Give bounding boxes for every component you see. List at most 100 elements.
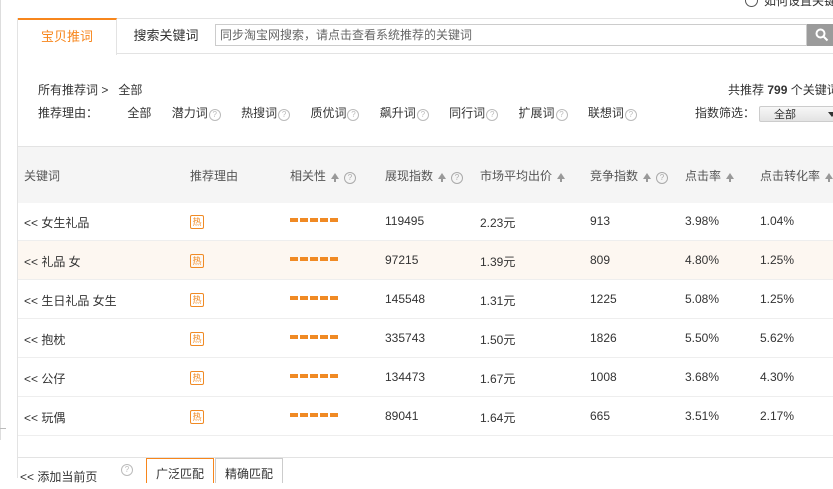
help-icon[interactable]: ? [344, 172, 357, 184]
help-icon[interactable]: ? [416, 109, 429, 121]
table-row[interactable]: << 公仔 热 134473 1.67元 1008 3.68% 4.30% [18, 358, 833, 397]
help-icon[interactable]: ? [347, 109, 360, 121]
col-relevance-label: 相关性 [290, 169, 327, 183]
total-suffix: 个关键词 [790, 83, 833, 97]
search-button[interactable] [807, 24, 833, 46]
reason-peer-label: 同行词 [449, 106, 486, 120]
help-icon[interactable]: ? [121, 464, 133, 476]
keyword-cell[interactable]: << 玩偶 [24, 409, 65, 426]
tab-search-keywords[interactable]: 搜索关键词 [117, 19, 215, 53]
index-filter-select[interactable]: 全部 [759, 105, 833, 122]
help-icon[interactable]: ? [555, 109, 568, 121]
reason-associated-label: 联想词 [587, 106, 624, 120]
col-impressions[interactable]: 展现指数? [385, 167, 464, 184]
col-reason: 推荐理由 [190, 167, 238, 184]
cvr-cell: 1.04% [760, 214, 795, 228]
cvr-cell: 1.25% [760, 292, 795, 306]
help-icon[interactable]: ? [278, 109, 291, 121]
impressions-cell: 119495 [385, 214, 425, 228]
breadcrumb-current: 全部 [118, 83, 143, 97]
left-tick [0, 428, 6, 429]
bid-cell: 1.64元 [480, 411, 516, 425]
exact-match-button[interactable]: 精确匹配 [215, 458, 284, 483]
sort-up-icon[interactable] [438, 173, 447, 182]
reason-all-label: 全部 [127, 106, 152, 120]
help-link[interactable]: 如何设置关键 [745, 0, 833, 9]
ctr-cell: 3.98% [685, 214, 720, 228]
sort-up-icon[interactable] [557, 173, 566, 182]
cvr-cell: 4.30% [760, 370, 795, 384]
impressions-cell: 97215 [385, 253, 419, 267]
total-number: 799 [767, 83, 788, 97]
keyword-cell[interactable]: << 生日礼品 女生 [24, 292, 117, 309]
ctr-cell: 5.50% [685, 331, 720, 345]
reason-cell: 热 [190, 253, 204, 268]
sort-up-icon[interactable] [825, 173, 833, 182]
table-row[interactable]: << 女生礼品 热 119495 2.23元 913 3.98% 1.04% [18, 202, 833, 241]
search-input[interactable] [215, 24, 807, 46]
bid-cell: 1.50元 [480, 333, 516, 347]
help-icon[interactable]: ? [208, 109, 221, 121]
reason-quality-label: 质优词 [310, 106, 347, 120]
sort-up-icon[interactable] [331, 173, 340, 182]
col-cvr[interactable]: 点击转化率 [760, 167, 833, 184]
broad-match-button[interactable]: 广泛匹配 [146, 458, 215, 483]
relevance-bar [290, 218, 340, 232]
competition-cell: 1008 [590, 370, 617, 384]
col-ctr-label: 点击率 [685, 169, 722, 183]
reason-potential[interactable]: 潜力词? [172, 106, 221, 121]
keyword-cell[interactable]: << 礼品 女 [24, 253, 81, 270]
bid-cell: 1.39元 [480, 255, 516, 269]
keyword-cell[interactable]: << 女生礼品 [24, 214, 89, 231]
competition-cell: 1826 [590, 331, 617, 345]
keyword-panel: 宝贝推词 搜索关键词 所有推荐词 > 全部 推荐理由： 全部 潜力词? 热搜词? … [17, 18, 833, 484]
table-row[interactable]: << 玩偶 热 89041 1.64元 665 3.51% 2.17% [18, 397, 833, 436]
bid-cell: 2.23元 [480, 216, 516, 230]
col-competition-label: 竞争指数 [590, 169, 639, 183]
reason-all[interactable]: 全部 [127, 106, 151, 120]
help-icon[interactable]: ? [624, 109, 637, 121]
reason-cell: 热 [190, 331, 204, 346]
help-icon[interactable]: ? [656, 172, 669, 184]
reason-hot-label: 热搜词 [241, 106, 278, 120]
cvr-cell: 2.17% [760, 409, 795, 423]
table-row[interactable]: << 抱枕 热 335743 1.50元 1826 5.50% 5.62% [18, 319, 833, 358]
help-icon[interactable]: ? [451, 172, 464, 184]
relevance-bar [290, 413, 340, 427]
col-keyword: 关键词 [24, 167, 60, 184]
impressions-cell: 89041 [385, 409, 419, 423]
breadcrumb-root[interactable]: 所有推荐词 > [38, 83, 108, 97]
keyword-cell[interactable]: << 抱枕 [24, 331, 65, 348]
cvr-cell: 5.62% [760, 331, 795, 345]
col-avg-bid[interactable]: 市场平均出价 [480, 167, 566, 184]
cvr-cell: 1.25% [760, 253, 795, 267]
sort-up-icon[interactable] [726, 173, 735, 182]
reason-associated[interactable]: 联想词? [587, 106, 637, 121]
col-ctr[interactable]: 点击率 [685, 167, 735, 184]
table-row[interactable]: << 生日礼品 女生 热 145548 1.31元 1225 5.08% 1.2… [18, 280, 833, 319]
reason-peer[interactable]: 同行词? [449, 106, 499, 121]
reason-rising[interactable]: 飙升词? [380, 106, 429, 121]
col-competition[interactable]: 竞争指数? [590, 167, 669, 184]
keyword-cell[interactable]: << 公仔 [24, 370, 65, 387]
tab-item-keywords[interactable]: 宝贝推词 [18, 18, 117, 55]
reason-filter: 推荐理由： 全部 潜力词? 热搜词? 质优词? 飙升词? 同行词? 扩展词? 联… [38, 104, 654, 121]
reason-extended[interactable]: 扩展词? [519, 106, 568, 121]
help-link-text: 如何设置关键 [764, 0, 833, 8]
reason-quality[interactable]: 质优词? [310, 106, 360, 121]
left-border [0, 0, 1, 440]
sort-up-icon[interactable] [643, 173, 652, 182]
help-icon[interactable]: ? [486, 109, 499, 121]
reason-hot[interactable]: 热搜词? [241, 106, 291, 121]
search-icon [815, 28, 829, 42]
competition-cell: 913 [590, 214, 611, 228]
table-row[interactable]: << 礼品 女 热 97215 1.39元 809 4.80% 1.25% [18, 241, 833, 280]
col-relevance[interactable]: 相关性? [290, 167, 357, 184]
impressions-cell: 134473 [385, 370, 426, 384]
relevance-bar [290, 335, 340, 349]
hot-badge-icon: 热 [190, 410, 204, 424]
reason-cell: 热 [190, 409, 204, 424]
breadcrumb: 所有推荐词 > 全部 [38, 81, 142, 98]
col-impressions-label: 展现指数 [385, 169, 434, 183]
col-keyword-label: 关键词 [24, 169, 61, 183]
